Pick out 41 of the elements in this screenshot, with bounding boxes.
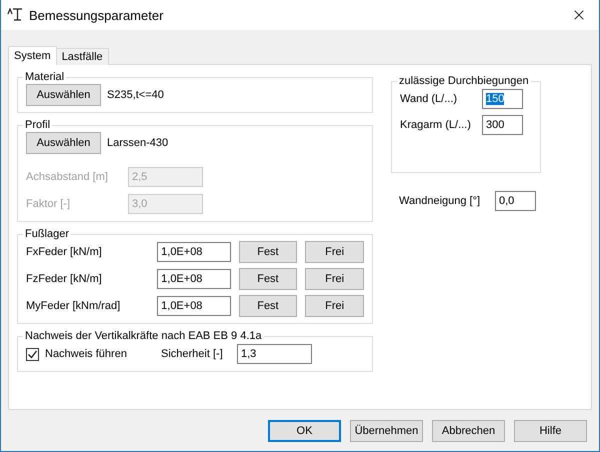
option-button[interactable]: Fest <box>238 295 298 317</box>
input-field[interactable]: 1,0E+08 <box>157 296 231 316</box>
tab[interactable]: Lastfälle <box>56 48 109 65</box>
field-label: Achsabstand [m] <box>26 171 109 183</box>
material-value: S235,t<=40 <box>107 89 164 101</box>
window-title: Bemessungsparameter <box>29 8 164 22</box>
input-field[interactable]: 1,3 <box>237 344 312 364</box>
checkbox[interactable] <box>26 348 39 360</box>
input-field[interactable]: 0,0 <box>495 191 536 211</box>
app-icon <box>7 8 23 22</box>
dialog-button[interactable]: OK <box>268 420 341 442</box>
tab[interactable]: System <box>8 46 57 65</box>
input-field[interactable]: 300 <box>482 115 523 135</box>
profile-value: Larssen-430 <box>107 137 168 149</box>
group-title: Profil <box>24 119 52 131</box>
option-button[interactable]: Frei <box>305 241 364 263</box>
option-button[interactable]: Fest <box>238 241 298 263</box>
field-label: Kragarm (L/...) <box>400 119 472 131</box>
field-label: Wandneigung [°] <box>399 195 482 207</box>
option-button[interactable]: Fest <box>238 268 298 290</box>
input-field[interactable]: 1,0E+08 <box>157 242 231 262</box>
group-title: zulässige Durchbiegungen <box>398 75 530 87</box>
select-button[interactable]: Auswählen <box>26 84 101 106</box>
group-title: Nachweis der Vertikalkräfte nach EAB EB 9 4.1a <box>24 330 263 342</box>
dialog-button[interactable]: Hilfe <box>514 420 587 442</box>
option-button[interactable]: Frei <box>305 268 364 290</box>
field-label: FzFeder [kN/m] <box>26 273 103 285</box>
input-field[interactable]: 1,0E+08 <box>157 269 231 289</box>
field-label: Sicherheit [-] <box>161 348 224 360</box>
field-label: FxFeder [kN/m] <box>26 246 103 258</box>
option-button[interactable]: Frei <box>305 295 364 317</box>
group-title: Material <box>24 71 66 83</box>
select-button[interactable]: Auswählen <box>26 132 101 154</box>
dialog-button[interactable]: Abbrechen <box>432 420 505 442</box>
group-title: Fußlager <box>24 228 70 240</box>
checkbox-label: Nachweis führen <box>45 348 128 360</box>
input-field[interactable]: 150 <box>482 89 523 109</box>
field-label: MyFeder [kNm/rad] <box>26 300 122 312</box>
field-label: Wand (L/...) <box>400 93 458 105</box>
dialog-button[interactable]: Übernehmen <box>350 420 423 442</box>
field-label: Faktor [-] <box>26 198 72 210</box>
